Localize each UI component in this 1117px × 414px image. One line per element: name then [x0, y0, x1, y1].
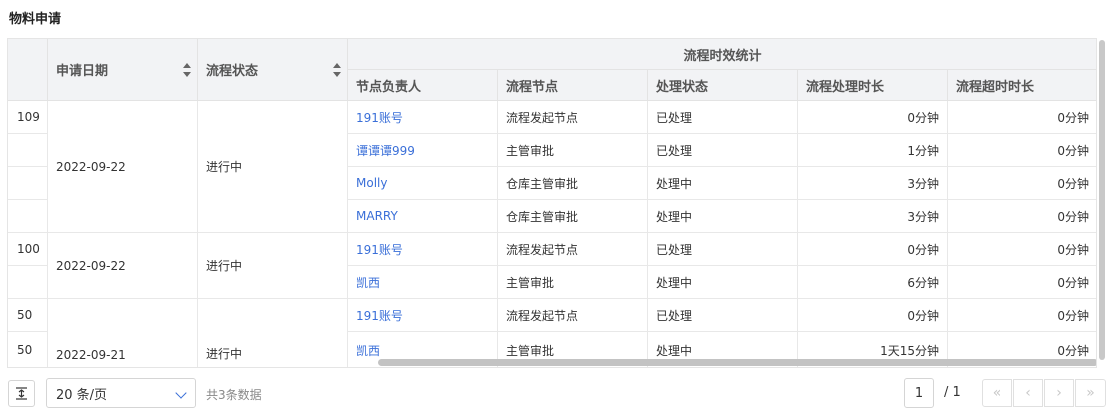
apply-date-cell: 2022-09-22 [48, 101, 198, 233]
node-owner-link[interactable]: Molly [348, 167, 498, 200]
handle-duration-cell: 0分钟 [798, 101, 948, 134]
header-handle-status: 处理状态 [648, 70, 798, 101]
double-chevron-left-icon: « [992, 385, 1002, 401]
row-index: 50 [8, 332, 48, 367]
header-index [8, 39, 48, 101]
header-flow-node: 流程节点 [498, 70, 648, 101]
flow-node-cell: 流程发起节点 [498, 101, 648, 134]
header-apply-date-label: 申请日期 [56, 64, 109, 79]
row-index [8, 200, 48, 233]
flow-node-cell: 主管审批 [498, 134, 648, 167]
handle-duration-cell: 3分钟 [798, 200, 948, 233]
node-owner-link[interactable]: MARRY [348, 200, 498, 233]
node-owner-link[interactable]: 191账号 [348, 233, 498, 266]
node-owner-link[interactable]: 谭谭谭999 [348, 134, 498, 167]
row-index: 50 [8, 299, 48, 332]
handle-status-cell: 处理中 [648, 266, 798, 299]
sort-icon[interactable] [183, 63, 191, 77]
chevron-right-icon: › [1056, 385, 1062, 401]
vertical-expand-icon [16, 387, 27, 400]
flow-node-cell: 仓库主管审批 [498, 200, 648, 233]
expand-button[interactable] [8, 380, 35, 407]
row-index: 100 [8, 233, 48, 266]
flow-node-cell: 主管审批 [498, 266, 648, 299]
flow-status-cell: 进行中 [198, 233, 348, 299]
page-title: 物料申请 [9, 12, 62, 27]
header-flow-status[interactable]: 流程状态 [198, 39, 348, 101]
prev-page-button[interactable]: ‹ [1013, 379, 1043, 407]
row-index [8, 134, 48, 167]
overtime-duration-cell: 0分钟 [948, 134, 1096, 167]
row-index [8, 266, 48, 299]
handle-status-cell: 已处理 [648, 101, 798, 134]
handle-duration-cell: 1分钟 [798, 134, 948, 167]
header-node-owner: 节点负责人 [348, 70, 498, 101]
apply-date-cell: 2022-09-22 [48, 233, 198, 299]
handle-status-cell: 处理中 [648, 167, 798, 200]
flow-status-cell: 进行中 [198, 299, 348, 367]
row-index: 109 [8, 101, 48, 134]
page-size-label: 20 条/页 [56, 387, 108, 403]
handle-duration-cell: 0分钟 [798, 299, 948, 332]
header-group-timing: 流程时效统计 [348, 39, 1096, 70]
flow-status-cell: 进行中 [198, 101, 348, 233]
overtime-duration-cell: 0分钟 [948, 299, 1096, 332]
total-pages: / 1 [944, 385, 961, 400]
sort-icon[interactable] [333, 63, 341, 77]
handle-duration-cell: 3分钟 [798, 167, 948, 200]
handle-status-cell: 已处理 [648, 134, 798, 167]
node-owner-link[interactable]: 191账号 [348, 299, 498, 332]
overtime-duration-cell: 0分钟 [948, 266, 1096, 299]
node-owner-link[interactable]: 凯西 [348, 266, 498, 299]
first-page-button[interactable]: « [982, 379, 1012, 407]
header-flow-status-label: 流程状态 [206, 64, 259, 79]
row-index [8, 167, 48, 200]
overtime-duration-cell: 0分钟 [948, 101, 1096, 134]
data-table: 申请日期 流程状态 流程时效统计 节点负责人 流程节点 处理状态 流程处理时长 … [7, 38, 1097, 368]
handle-duration-cell: 0分钟 [798, 233, 948, 266]
double-chevron-right-icon: » [1086, 385, 1095, 401]
vertical-scrollbar[interactable] [1099, 40, 1105, 360]
apply-date-cell: 2022-09-21 [48, 299, 198, 367]
flow-node-cell: 流程发起节点 [498, 299, 648, 332]
handle-status-cell: 已处理 [648, 299, 798, 332]
chevron-down-icon [175, 387, 187, 399]
total-count: 共3条数据 [206, 388, 262, 402]
overtime-duration-cell: 0分钟 [948, 167, 1096, 200]
last-page-button[interactable]: » [1075, 379, 1106, 407]
overtime-duration-cell: 0分钟 [948, 200, 1096, 233]
handle-status-cell: 已处理 [648, 233, 798, 266]
overtime-duration-cell: 0分钟 [948, 233, 1096, 266]
handle-status-cell: 处理中 [648, 200, 798, 233]
node-owner-link[interactable]: 191账号 [348, 101, 498, 134]
handle-duration-cell: 6分钟 [798, 266, 948, 299]
header-apply-date[interactable]: 申请日期 [48, 39, 198, 101]
current-page-input[interactable]: 1 [904, 378, 934, 408]
chevron-left-icon: ‹ [1025, 385, 1031, 401]
page-size-select[interactable]: 20 条/页 [46, 378, 196, 408]
header-overtime-duration: 流程超时时长 [948, 70, 1096, 101]
horizontal-scrollbar[interactable] [378, 359, 1096, 366]
flow-node-cell: 仓库主管审批 [498, 167, 648, 200]
next-page-button[interactable]: › [1044, 379, 1074, 407]
header-handle-duration: 流程处理时长 [798, 70, 948, 101]
flow-node-cell: 流程发起节点 [498, 233, 648, 266]
